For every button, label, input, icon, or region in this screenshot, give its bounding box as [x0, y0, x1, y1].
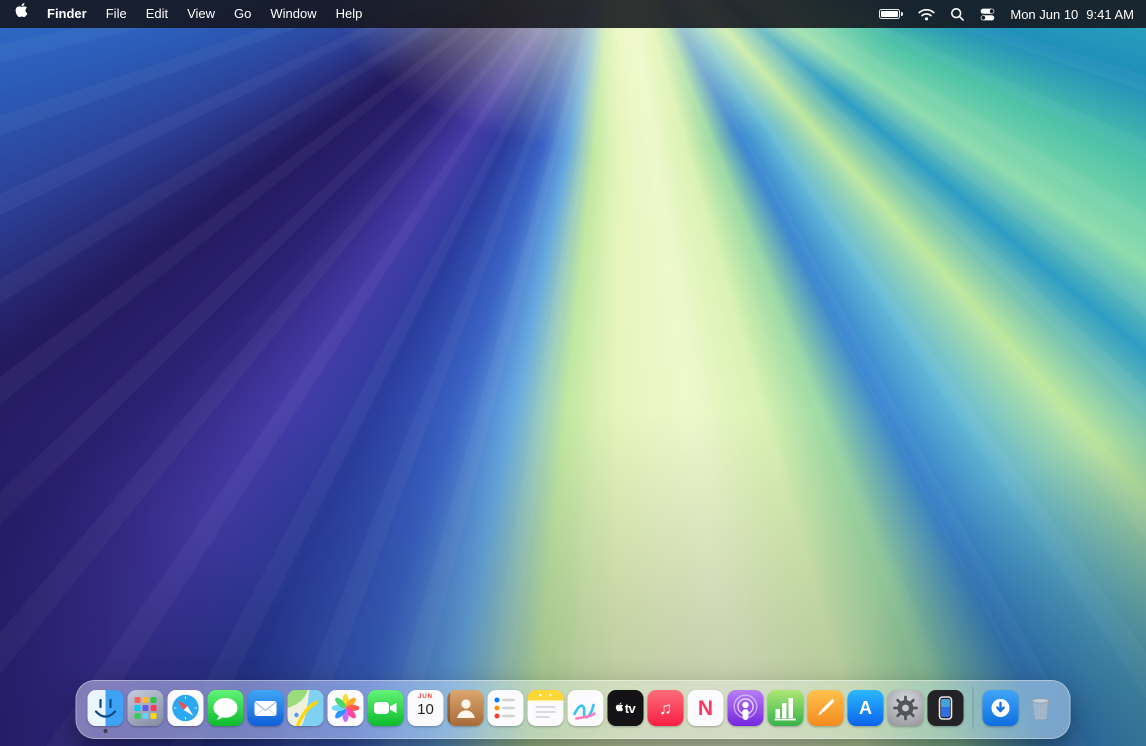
settings-gear-icon	[888, 690, 924, 726]
apple-logo-icon	[15, 0, 28, 28]
dock-trash[interactable]	[1023, 690, 1059, 726]
dock-mail[interactable]	[248, 690, 284, 726]
menu-help[interactable]: Help	[336, 0, 363, 28]
wallpaper-ray-streaks	[0, 0, 1146, 746]
menu-file[interactable]: File	[106, 0, 127, 28]
appstore-icon: A	[848, 690, 884, 726]
battery-icon[interactable]	[879, 9, 903, 19]
iphone-mirroring-icon	[928, 690, 964, 726]
dock-facetime[interactable]	[368, 690, 404, 726]
clock-time: 9:41 AM	[1086, 7, 1134, 22]
desktop: Finder File Edit View Go Window Help M	[0, 0, 1146, 746]
mail-icon	[248, 690, 284, 726]
menu-edit[interactable]: Edit	[146, 0, 168, 28]
dock-contacts[interactable]	[448, 690, 484, 726]
running-indicator	[104, 729, 108, 733]
dock-freeform[interactable]	[568, 690, 604, 726]
numbers-icon	[768, 690, 804, 726]
dock-numbers[interactable]	[768, 690, 804, 726]
dock-reminders[interactable]	[488, 690, 524, 726]
dock-launchpad[interactable]	[128, 690, 164, 726]
maps-icon	[288, 690, 324, 726]
wallpaper-shading	[0, 0, 1146, 746]
menu-go[interactable]: Go	[234, 0, 251, 28]
apple-menu[interactable]	[15, 0, 28, 28]
dock: JUN 10	[76, 680, 1071, 739]
menu-app-name[interactable]: Finder	[47, 0, 87, 28]
appstore-letter-glyph: A	[859, 699, 872, 717]
music-note-glyph: ♫	[659, 700, 672, 717]
dock-system-settings[interactable]	[888, 690, 924, 726]
safari-icon	[168, 690, 204, 726]
downloads-icon	[983, 690, 1019, 726]
menu-clock[interactable]: Mon Jun 10 9:41 AM	[1010, 7, 1134, 22]
menu-bar-left: Finder File Edit View Go Window Help	[0, 0, 362, 28]
dock-tv[interactable]: tv	[608, 690, 644, 726]
reminders-icon	[488, 690, 524, 726]
dock-music[interactable]: ♫	[648, 690, 684, 726]
tv-label: tv	[625, 702, 636, 715]
dock-podcasts[interactable]	[728, 690, 764, 726]
freeform-icon	[568, 690, 604, 726]
news-letter-glyph: N	[698, 698, 713, 719]
spotlight-icon[interactable]	[950, 7, 965, 22]
trash-icon	[1023, 690, 1059, 726]
menu-bar: Finder File Edit View Go Window Help M	[0, 0, 1146, 28]
calendar-day-label: 10	[417, 702, 434, 717]
launchpad-icon	[128, 690, 164, 726]
battery-body	[879, 9, 900, 19]
messages-icon	[208, 690, 244, 726]
music-icon: ♫	[648, 690, 684, 726]
dock-safari[interactable]	[168, 690, 204, 726]
apple-logo-small-icon	[616, 702, 624, 712]
facetime-icon	[368, 690, 404, 726]
news-icon: N	[688, 690, 724, 726]
dock-appstore[interactable]: A	[848, 690, 884, 726]
wifi-icon[interactable]	[918, 8, 935, 21]
dock-photos[interactable]	[328, 690, 364, 726]
finder-icon	[88, 690, 124, 726]
dock-downloads[interactable]	[983, 690, 1019, 726]
dock-messages[interactable]	[208, 690, 244, 726]
dock-news[interactable]: N	[688, 690, 724, 726]
menu-bar-status-area: Mon Jun 10 9:41 AM	[879, 7, 1146, 22]
calendar-month-label: JUN	[418, 694, 433, 700]
dock-maps[interactable]	[288, 690, 324, 726]
calendar-icon: JUN 10	[408, 690, 444, 726]
photos-icon	[328, 690, 364, 726]
notes-icon	[528, 690, 564, 726]
appletv-icon: tv	[608, 690, 644, 726]
dock-notes[interactable]	[528, 690, 564, 726]
podcasts-icon	[728, 690, 764, 726]
dock-pages[interactable]	[808, 690, 844, 726]
clock-date: Mon Jun 10	[1010, 7, 1078, 22]
dock-iphone-mirroring[interactable]	[928, 690, 964, 726]
dock-finder[interactable]	[88, 690, 124, 726]
contacts-icon	[448, 690, 484, 726]
dock-separator	[973, 687, 974, 729]
menu-window[interactable]: Window	[270, 0, 316, 28]
control-center-icon[interactable]	[980, 7, 995, 22]
pages-icon	[808, 690, 844, 726]
menu-view[interactable]: View	[187, 0, 215, 28]
battery-nub	[901, 12, 903, 16]
dock-calendar[interactable]: JUN 10	[408, 690, 444, 726]
